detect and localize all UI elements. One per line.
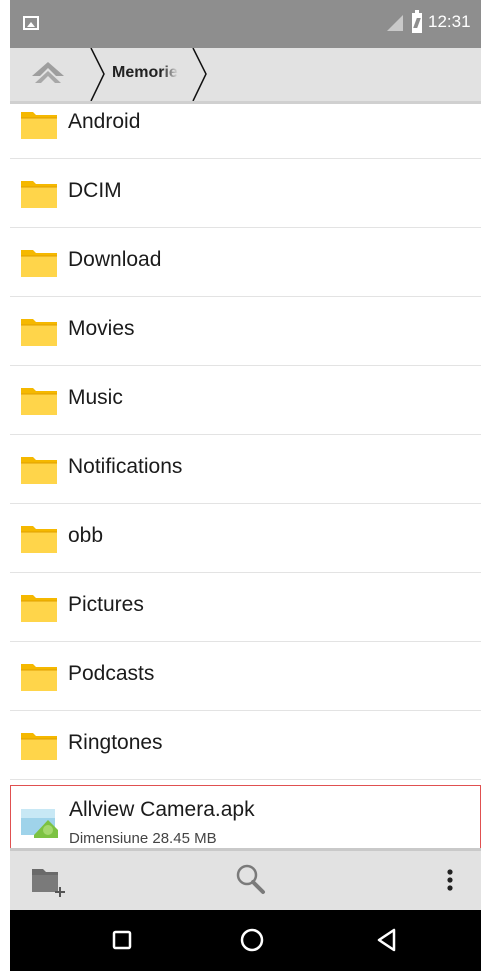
breadcrumb: Memorie xyxy=(10,48,481,104)
folder-name: Ringtones xyxy=(68,731,163,754)
folder-row[interactable]: DCIM xyxy=(10,159,481,228)
folder-row[interactable]: Movies xyxy=(10,297,481,366)
folder-row[interactable]: Android xyxy=(10,104,481,159)
folder-icon xyxy=(20,386,58,416)
picture-icon xyxy=(23,16,39,30)
breadcrumb-separator xyxy=(88,48,108,101)
new-folder-icon xyxy=(32,869,65,897)
new-folder-button[interactable] xyxy=(30,861,70,901)
apk-file-icon xyxy=(20,806,60,838)
folder-row[interactable]: Music xyxy=(10,366,481,435)
search-button[interactable] xyxy=(232,861,272,901)
folder-name: obb xyxy=(68,524,104,547)
folder-icon xyxy=(20,317,58,347)
folder-icon xyxy=(20,662,58,692)
apk-file-size: Dimensiune 28.45 MB xyxy=(69,830,217,847)
folder-name: Android xyxy=(68,110,141,133)
folder-name: Movies xyxy=(68,317,135,340)
folder-name: Notifications xyxy=(68,455,183,478)
folder-icon xyxy=(20,524,58,554)
status-time: 12:31 xyxy=(428,12,471,31)
home-icon xyxy=(32,62,64,83)
breadcrumb-item-current[interactable]: Memorie xyxy=(112,64,178,82)
folder-row[interactable]: obb xyxy=(10,504,481,573)
back-button[interactable] xyxy=(374,926,402,954)
folder-row[interactable]: Podcasts xyxy=(10,642,481,711)
bottom-toolbar xyxy=(10,848,481,910)
home-nav-button[interactable] xyxy=(238,926,266,954)
folder-row[interactable]: Pictures xyxy=(10,573,481,642)
more-options-icon xyxy=(447,869,453,891)
home-circle-icon xyxy=(240,928,264,952)
more-options-button[interactable] xyxy=(430,861,470,901)
folder-icon xyxy=(20,593,58,623)
folder-name: DCIM xyxy=(68,179,122,202)
no-sim-icon xyxy=(387,15,403,31)
back-icon xyxy=(377,928,396,952)
status-bar: 12:31 xyxy=(10,0,481,48)
home-button[interactable] xyxy=(28,58,68,90)
recents-icon xyxy=(112,930,132,950)
folder-name: Podcasts xyxy=(68,662,155,685)
navigation-bar xyxy=(10,910,481,971)
apk-file-name: Allview Camera.apk xyxy=(69,798,255,821)
folder-row[interactable]: Ringtones xyxy=(10,711,481,780)
breadcrumb-separator xyxy=(190,48,210,101)
recents-button[interactable] xyxy=(108,926,136,954)
folder-icon xyxy=(20,179,58,209)
search-icon xyxy=(236,864,265,894)
file-list: Android DCIM Download Movies Music Notificati… xyxy=(10,104,481,848)
folder-name: Pictures xyxy=(68,593,144,616)
folder-row[interactable]: Notifications xyxy=(10,435,481,504)
file-row-apk[interactable]: Allview Camera.apk Dimensiune 28.45 MB xyxy=(10,785,481,848)
battery-charging-icon xyxy=(412,10,422,33)
folder-row[interactable]: Download xyxy=(10,228,481,297)
folder-icon xyxy=(20,110,58,140)
app-frame: 12:31 Memorie Android DCIM Download Movi… xyxy=(10,0,481,971)
folder-icon xyxy=(20,248,58,278)
folder-icon xyxy=(20,731,58,761)
folder-name: Music xyxy=(68,386,123,409)
folder-name: Download xyxy=(68,248,162,271)
folder-icon xyxy=(20,455,58,485)
